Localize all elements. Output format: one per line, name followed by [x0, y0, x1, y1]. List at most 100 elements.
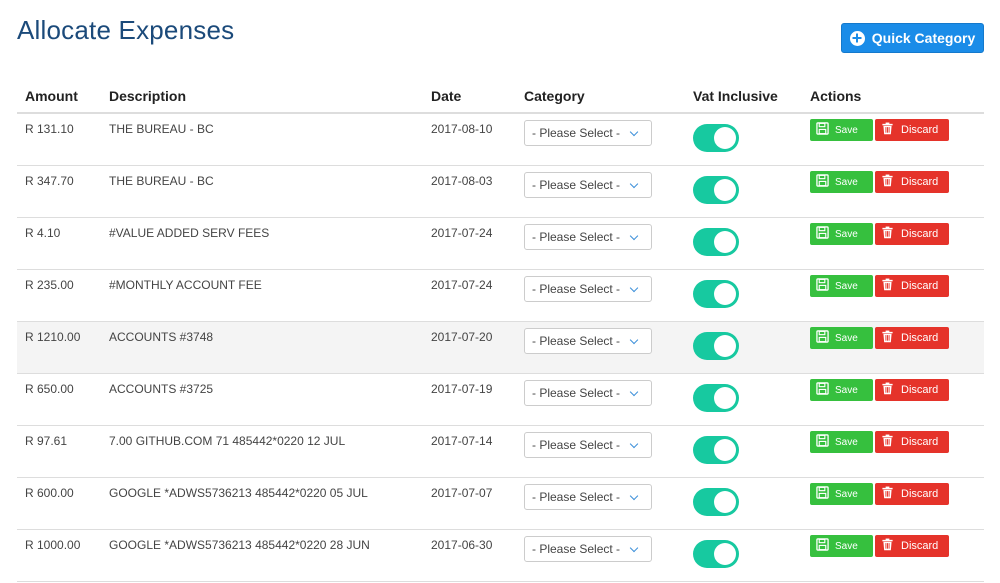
amount-value: R 235.00 — [25, 278, 74, 292]
row-actions: Save Discard — [810, 171, 984, 193]
discard-button[interactable]: Discard — [875, 223, 949, 245]
amount-value: R 1210.00 — [25, 330, 81, 344]
table-row: R 131.10 THE BUREAU - BC 2017-08-10 - Pleas… — [17, 113, 984, 166]
discard-label: Discard — [901, 228, 939, 240]
save-label: Save — [835, 124, 858, 136]
date-cell: 2017-07-20 — [423, 321, 516, 374]
toggle-knob — [714, 543, 736, 565]
discard-button[interactable]: Discard — [875, 535, 949, 557]
toggle-knob — [714, 387, 736, 409]
floppy-disk-icon — [816, 330, 829, 346]
chevron-down-icon — [629, 491, 639, 501]
floppy-disk-icon — [816, 226, 829, 242]
category-select-value: - Please Select - — [532, 178, 621, 192]
vat-inclusive-toggle[interactable] — [693, 384, 739, 412]
vat-inclusive-toggle[interactable] — [693, 228, 739, 256]
vat-inclusive-toggle[interactable] — [693, 488, 739, 516]
column-header-date: Date — [423, 80, 516, 114]
category-select[interactable]: - Please Select - — [524, 484, 652, 510]
category-select[interactable]: - Please Select - — [524, 172, 652, 198]
vat-inclusive-toggle[interactable] — [693, 436, 739, 464]
column-header-actions: Actions — [802, 80, 984, 114]
vat-cell — [685, 477, 802, 530]
actions-cell: Save Discard — [802, 425, 984, 478]
save-label: Save — [835, 384, 858, 396]
page: Allocate Expenses Quick Category Amount … — [0, 0, 1000, 583]
save-button[interactable]: Save — [810, 431, 873, 453]
toggle-knob — [714, 335, 736, 357]
discard-button[interactable]: Discard — [875, 379, 949, 401]
table-row: R 1000.00 GOOGLE *ADWS5736213 485442*0220… — [17, 529, 984, 582]
discard-button[interactable]: Discard — [875, 327, 949, 349]
row-actions: Save Discard — [810, 483, 984, 505]
quick-category-button[interactable]: Quick Category — [841, 23, 984, 53]
trash-icon — [881, 122, 894, 138]
discard-button[interactable]: Discard — [875, 171, 949, 193]
save-button[interactable]: Save — [810, 327, 873, 349]
save-button[interactable]: Save — [810, 483, 873, 505]
category-select[interactable]: - Please Select - — [524, 328, 652, 354]
quick-category-label: Quick Category — [871, 30, 976, 46]
amount-cell: R 235.00 — [17, 269, 101, 322]
discard-button[interactable]: Discard — [875, 431, 949, 453]
vat-inclusive-toggle[interactable] — [693, 280, 739, 308]
save-button[interactable]: Save — [810, 171, 873, 193]
amount-cell: R 97.61 — [17, 425, 101, 478]
chevron-down-icon — [629, 543, 639, 553]
save-label: Save — [835, 176, 858, 188]
toggle-knob — [714, 439, 736, 461]
discard-button[interactable]: Discard — [875, 483, 949, 505]
column-header-category: Category — [516, 80, 685, 114]
chevron-down-icon — [629, 179, 639, 189]
table-row: R 1210.00 ACCOUNTS #3748 2017-07-20 - Pleas… — [17, 321, 984, 374]
floppy-disk-icon — [816, 538, 829, 554]
amount-cell: R 1000.00 — [17, 529, 101, 582]
category-cell: - Please Select - — [516, 217, 685, 270]
vat-inclusive-toggle[interactable] — [693, 332, 739, 360]
description-cell: ACCOUNTS #3748 — [101, 321, 423, 374]
description-cell: 7.00 GITHUB.COM 71 485442*0220 12 JUL — [101, 425, 423, 478]
actions-cell: Save Discard — [802, 529, 984, 582]
vat-inclusive-toggle[interactable] — [693, 540, 739, 568]
category-select[interactable]: - Please Select - — [524, 536, 652, 562]
category-select-value: - Please Select - — [532, 282, 621, 296]
discard-button[interactable]: Discard — [875, 119, 949, 141]
row-actions: Save Discard — [810, 275, 984, 297]
category-select[interactable]: - Please Select - — [524, 224, 652, 250]
save-button[interactable]: Save — [810, 223, 873, 245]
category-select[interactable]: - Please Select - — [524, 276, 652, 302]
row-actions: Save Discard — [810, 223, 984, 245]
actions-cell: Save Discard — [802, 217, 984, 270]
category-select-value: - Please Select - — [532, 230, 621, 244]
vat-cell — [685, 113, 802, 166]
description-cell: GOOGLE *ADWS5736213 485442*0220 05 JUL — [101, 477, 423, 530]
category-select-value: - Please Select - — [532, 334, 621, 348]
category-select-value: - Please Select - — [532, 542, 621, 556]
vat-inclusive-toggle[interactable] — [693, 176, 739, 204]
amount-cell: R 1210.00 — [17, 321, 101, 374]
save-label: Save — [835, 488, 858, 500]
plus-circle-icon — [849, 30, 865, 46]
category-select[interactable]: - Please Select - — [524, 380, 652, 406]
discard-button[interactable]: Discard — [875, 275, 949, 297]
vat-inclusive-toggle[interactable] — [693, 124, 739, 152]
category-select-value: - Please Select - — [532, 126, 621, 140]
save-label: Save — [835, 436, 858, 448]
date-cell: 2017-07-19 — [423, 373, 516, 426]
chevron-down-icon — [629, 283, 639, 293]
save-button[interactable]: Save — [810, 379, 873, 401]
actions-cell: Save Discard — [802, 477, 984, 530]
save-button[interactable]: Save — [810, 535, 873, 557]
vat-cell — [685, 425, 802, 478]
toggle-knob — [714, 231, 736, 253]
trash-icon — [881, 330, 894, 346]
vat-cell — [685, 165, 802, 218]
category-cell: - Please Select - — [516, 425, 685, 478]
category-select[interactable]: - Please Select - — [524, 432, 652, 458]
description-value: 7.00 GITHUB.COM 71 485442*0220 12 JUL — [109, 434, 346, 448]
date-value: 2017-07-24 — [431, 226, 493, 240]
save-button[interactable]: Save — [810, 119, 873, 141]
category-select[interactable]: - Please Select - — [524, 120, 652, 146]
date-cell: 2017-08-10 — [423, 113, 516, 166]
save-button[interactable]: Save — [810, 275, 873, 297]
